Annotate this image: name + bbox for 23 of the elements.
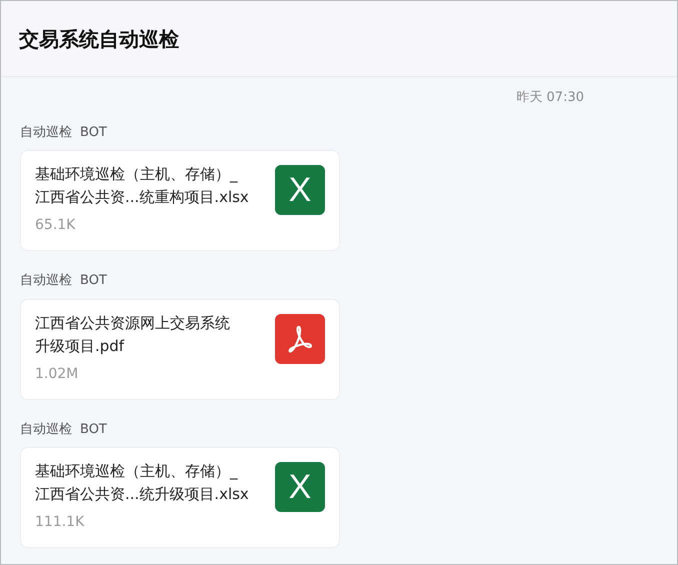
spreadsheet-icon: X	[275, 462, 325, 512]
file-name-line: 江西省公共资...统重构项目.xlsx	[35, 188, 249, 206]
file-size: 111.1K	[35, 514, 84, 530]
file-name-line: 基础环境巡检（主机、存储）_	[35, 165, 238, 183]
bot-tag: BOT	[80, 420, 107, 439]
file-name-line: 江西省公共资源网上交易系统	[35, 314, 230, 332]
file-size: 1.02M	[35, 366, 78, 382]
chat-title: 交易系统自动巡检	[19, 26, 179, 50]
file-name-line: 基础环境巡检（主机、存储）_	[35, 462, 238, 480]
file-name-line: 升级项目.pdf	[35, 336, 124, 354]
sender-name: 自动巡检	[20, 420, 72, 438]
timestamp: 昨天 07:30	[516, 90, 584, 105]
file-card[interactable]: 基础环境巡检（主机、存储）_ 江西省公共资...统重构项目.xlsx 65.1K X	[20, 150, 340, 251]
sender-name: 自动巡检	[20, 124, 72, 142]
bot-tag: BOT	[80, 271, 107, 290]
file-size: 65.1K	[35, 217, 76, 233]
file-card[interactable]: 江西省公共资源网上交易系统 升级项目.pdf 1.02M	[20, 298, 340, 400]
sender-name: 自动巡检	[20, 272, 72, 290]
bot-tag: BOT	[80, 122, 107, 142]
pdf-icon	[275, 314, 325, 364]
file-card[interactable]: 基础环境巡检（主机、存储）_ 江西省公共资...统升级项目.xlsx 111.1K X	[20, 447, 340, 548]
file-name-line: 江西省公共资...统升级项目.xlsx	[35, 485, 249, 503]
spreadsheet-icon: X	[275, 165, 325, 215]
